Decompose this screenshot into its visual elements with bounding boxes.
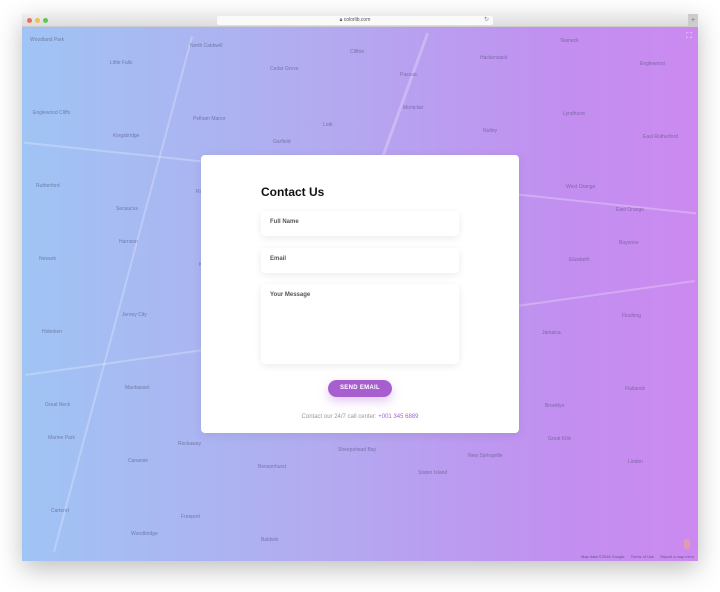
form-title: Contact Us bbox=[261, 185, 325, 199]
contact-form-card: Contact Us Full Name Email Your Message … bbox=[201, 155, 519, 433]
map-label: Lyndhurst bbox=[563, 111, 585, 117]
map-label: Baldwin bbox=[261, 537, 279, 543]
map-label: Englewood Cliffs bbox=[33, 110, 71, 116]
map-label: Sheepshead Bay bbox=[338, 447, 377, 453]
map-label: Nutley bbox=[483, 128, 498, 134]
map-label: Cedar Grove bbox=[270, 66, 299, 72]
map-label: Montclair bbox=[403, 105, 424, 111]
map-label: Kingsbridge bbox=[113, 133, 140, 139]
map-label: Jamaica bbox=[542, 330, 561, 336]
map-label: Hoboken bbox=[42, 329, 63, 335]
street-view-pegman-icon[interactable] bbox=[684, 539, 690, 549]
map-label: Bayonne bbox=[619, 240, 639, 246]
map-label: Great Neck bbox=[45, 402, 71, 408]
phone-link[interactable]: +001 345 6889 bbox=[378, 414, 418, 420]
call-center-text: Contact our 24/7 call center: +001 345 6… bbox=[201, 414, 519, 420]
map-label: Flushing bbox=[622, 313, 641, 319]
lock-icon: 🔒︎ bbox=[339, 17, 343, 23]
map-label: Elizabeth bbox=[569, 257, 590, 263]
map-label: Woodland Park bbox=[30, 37, 65, 43]
map-label: Garfield bbox=[273, 139, 291, 145]
map-data-text: Map data ©2018 Google bbox=[580, 554, 625, 559]
minimize-button[interactable] bbox=[35, 18, 40, 23]
map-label: Newark bbox=[39, 256, 56, 262]
send-email-button[interactable]: SEND EMAIL bbox=[328, 380, 392, 397]
map-label: Teaneck bbox=[560, 38, 579, 44]
map-label: Staten Island bbox=[418, 470, 448, 476]
message-textarea[interactable]: Your Message bbox=[261, 284, 459, 364]
map-label: Passaic bbox=[400, 72, 418, 78]
email-input[interactable]: Email bbox=[261, 248, 459, 273]
map-label: Freeport bbox=[181, 514, 200, 520]
map-label: Flatlands bbox=[625, 386, 646, 392]
map-road bbox=[52, 35, 194, 553]
full-name-input[interactable]: Full Name bbox=[261, 211, 459, 236]
map-label: Jersey City bbox=[122, 312, 147, 318]
map-label: Clifton bbox=[350, 49, 365, 55]
map-label: Bensonhurst bbox=[258, 464, 287, 470]
address-bar[interactable]: 🔒︎ colorlib.com ↻ bbox=[217, 16, 493, 25]
map-label: Marine Park bbox=[48, 435, 75, 441]
terms-link[interactable]: Terms of Use bbox=[631, 554, 655, 559]
map-label: Harrison bbox=[119, 239, 138, 245]
map-label: Canarsie bbox=[128, 458, 149, 464]
browser-toolbar: 🔒︎ colorlib.com ↻ + bbox=[22, 14, 698, 27]
map-label: Little Falls bbox=[110, 60, 133, 66]
map-label: East Rutherford bbox=[643, 134, 679, 140]
url-text: colorlib.com bbox=[343, 17, 371, 23]
close-button[interactable] bbox=[27, 18, 32, 23]
fullscreen-icon[interactable]: ⛶ bbox=[686, 31, 692, 41]
map-label: Linden bbox=[628, 459, 644, 465]
map-label: Pelham Manor bbox=[193, 116, 226, 122]
map-label: Woodbridge bbox=[131, 531, 158, 537]
map-label: East Orange bbox=[616, 207, 645, 213]
map-attribution: Map data ©2018 Google Terms of Use Report … bbox=[575, 554, 694, 559]
map-label: Hackensack bbox=[480, 55, 508, 61]
map-label: Rockaway bbox=[178, 441, 202, 447]
map-label: Manhasset bbox=[125, 385, 150, 391]
call-center-label: Contact our 24/7 call center: bbox=[301, 414, 377, 420]
map-label: Great Kills bbox=[548, 436, 572, 442]
map-label: Carteret bbox=[51, 508, 70, 514]
map-label: North Caldwell bbox=[190, 43, 223, 49]
map-label: Brooklyn bbox=[545, 403, 565, 409]
maximize-button[interactable] bbox=[43, 18, 48, 23]
map-label: Secaucus bbox=[116, 206, 138, 212]
map-label: West Orange bbox=[566, 184, 596, 190]
new-tab-button[interactable]: + bbox=[688, 14, 698, 27]
report-map-error-link[interactable]: Report a map error bbox=[660, 554, 694, 559]
map-label: New Springville bbox=[468, 453, 503, 459]
map-label: Englewood bbox=[640, 61, 665, 67]
reload-icon[interactable]: ↻ bbox=[484, 16, 489, 25]
map-label: Rutherford bbox=[36, 183, 60, 189]
map-label: Lodi bbox=[323, 122, 333, 128]
